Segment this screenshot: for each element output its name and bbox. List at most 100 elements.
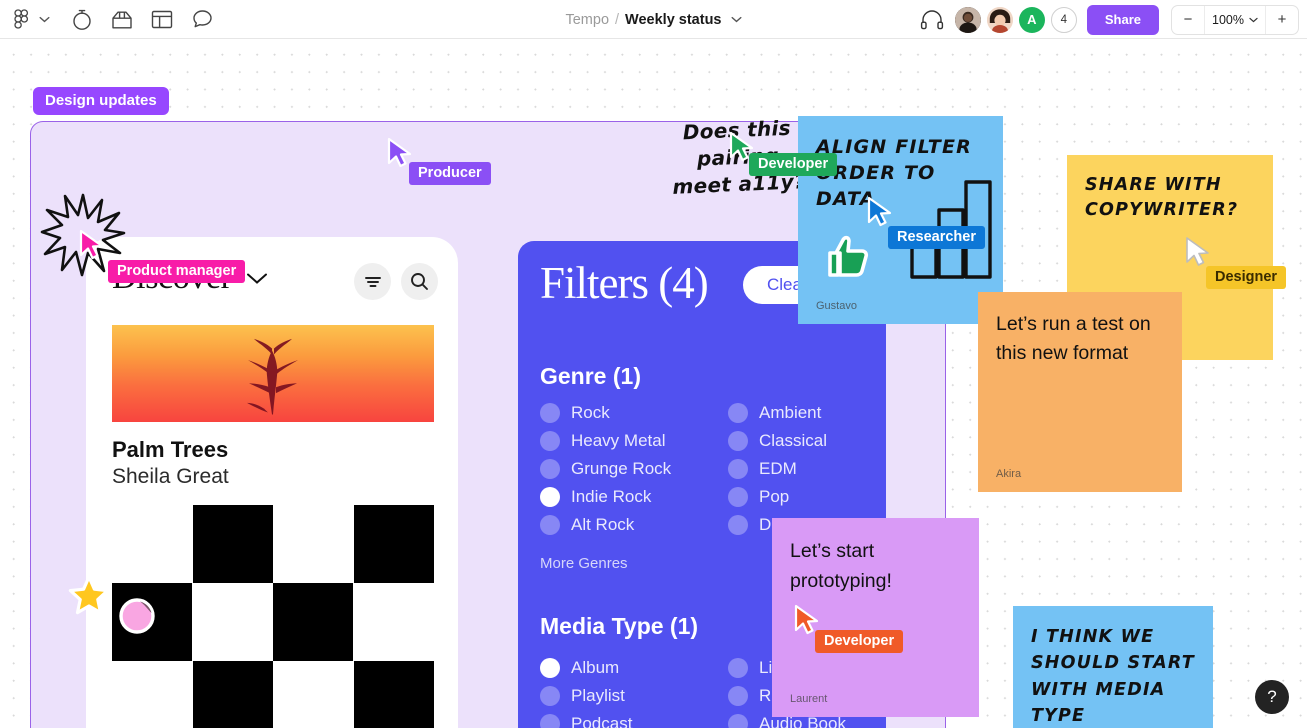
note-text: I THINK WE SHOULD START WITH MEDIA TYPE [1031, 627, 1195, 726]
filter-option-label: Ambient [759, 402, 822, 422]
breadcrumb-file-name[interactable]: Weekly status [625, 12, 721, 28]
zoom-in-button[interactable]: + [1266, 6, 1298, 34]
filter-option[interactable]: Album [540, 656, 728, 679]
note-author: Laurent [790, 693, 828, 705]
filter-option-label: Heavy Metal [571, 430, 666, 450]
figma-logo-icon[interactable] [4, 3, 40, 35]
collaborator-count-badge[interactable]: 4 [1050, 6, 1077, 33]
sticky-note-prototyping[interactable]: Let’s start prototyping! Laurent [772, 518, 979, 717]
album-title: Palm Trees [112, 437, 229, 462]
radio-icon[interactable] [728, 685, 748, 706]
filter-option-label: Album [571, 657, 620, 677]
filter-icon[interactable] [354, 263, 391, 300]
discover-chevron-down-icon[interactable] [246, 272, 268, 285]
headphones-icon[interactable] [915, 4, 949, 36]
album-artist: Sheila Great [112, 465, 229, 488]
chevron-down-icon [1249, 17, 1258, 22]
filter-option[interactable]: EDM [728, 457, 886, 480]
filter-option-label: Playlist [571, 685, 625, 705]
phone-screen-title: Discover [112, 259, 232, 296]
filter-option[interactable]: Heavy Metal [540, 429, 728, 452]
section-label[interactable]: Design updates [33, 87, 169, 115]
radio-icon[interactable] [540, 685, 560, 706]
filter-option[interactable]: Podcast [540, 712, 728, 728]
starburst-doodle [40, 191, 126, 284]
media-type-section-title: Media Type (1) [540, 613, 699, 639]
checkerboard-artwork [112, 505, 434, 728]
radio-icon[interactable] [540, 458, 560, 479]
radio-icon[interactable] [540, 402, 560, 423]
timer-icon[interactable] [64, 3, 100, 35]
filter-option-label: Classical [759, 430, 828, 450]
note-author: Akira [996, 468, 1022, 480]
plant-silhouette [247, 338, 298, 415]
note-text: SHARE WITH COPYWRITER? [1085, 175, 1239, 220]
filters-title: Filters (4) [540, 258, 709, 308]
breadcrumb-chevron-down-icon[interactable] [731, 16, 742, 23]
filter-option-label: Podcast [571, 713, 633, 728]
top-toolbar: Tempo / Weekly status A 4 Share − 100% + [0, 0, 1307, 39]
radio-icon[interactable] [540, 486, 560, 507]
radio-icon[interactable] [728, 458, 748, 479]
zoom-level-value: 100% [1212, 12, 1244, 27]
radio-icon[interactable] [728, 713, 748, 728]
breadcrumb-separator: / [615, 11, 620, 28]
radio-icon[interactable] [728, 657, 748, 678]
avatar[interactable] [954, 6, 981, 33]
file-menu-chevron-down-icon[interactable] [36, 3, 52, 35]
canvas[interactable]: Design updates Discover Palm Trees Sheil… [0, 39, 1307, 728]
genre-options: Rock Ambient Heavy Metal Classical Grunge Ro… [540, 401, 886, 536]
radio-icon[interactable] [540, 713, 560, 728]
filter-option[interactable]: Playlist [540, 684, 728, 707]
zoom-out-button[interactable]: − [1172, 6, 1204, 34]
more-genres-link[interactable]: More Genres [540, 555, 628, 572]
radio-icon[interactable] [540, 514, 560, 535]
filter-option[interactable]: Pop [728, 485, 886, 508]
sticky-note-align-filter[interactable]: ALIGN FILTER ORDER TO DATA Gustavo [798, 116, 1003, 324]
toolbox-icon[interactable] [104, 3, 140, 35]
note-text: Let’s run a test on this new format [996, 313, 1151, 364]
phone-mockup[interactable]: Discover Palm Trees Sheila Great [86, 237, 458, 728]
share-button[interactable]: Share [1086, 4, 1160, 35]
breadcrumb-team[interactable]: Tempo [565, 12, 609, 28]
sticky-note-media-type-first[interactable]: I THINK WE SHOULD START WITH MEDIA TYPE [1013, 606, 1213, 728]
filter-option-label: EDM [759, 458, 797, 478]
thumbs-up-sticker[interactable] [824, 231, 874, 281]
radio-icon[interactable] [540, 430, 560, 451]
star-sticker[interactable] [68, 575, 110, 622]
radio-icon[interactable] [728, 430, 748, 451]
comment-icon[interactable] [184, 3, 220, 35]
phone-action-buttons [354, 263, 438, 300]
album-artwork [112, 325, 434, 422]
bar-chart-doodle [910, 180, 992, 279]
radio-icon[interactable] [728, 402, 748, 423]
filter-option[interactable]: Indie Rock [540, 485, 728, 508]
zoom-controls: − 100% + [1171, 4, 1299, 35]
filter-option-label: Grunge Rock [571, 458, 672, 478]
radio-icon[interactable] [540, 657, 560, 678]
radio-icon[interactable] [728, 514, 748, 535]
handwritten-annotation: Does this pairing meet a11y? [671, 115, 807, 199]
filter-option[interactable]: Rock [540, 401, 728, 424]
search-icon[interactable] [401, 263, 438, 300]
sticky-note-run-test[interactable]: Let’s run a test on this new format Akir… [978, 292, 1182, 492]
filter-option-label: Alt Rock [571, 514, 635, 534]
filter-option-label: Indie Rock [571, 486, 652, 506]
dot-sticker[interactable] [118, 597, 156, 640]
zoom-level-dropdown[interactable]: 100% [1204, 5, 1266, 34]
radio-icon[interactable] [728, 486, 748, 507]
filter-option-label: Rock [571, 402, 610, 422]
filter-option[interactable]: Grunge Rock [540, 457, 728, 480]
note-text: Let’s start prototyping! [790, 540, 892, 593]
toolbar-left-tools [0, 3, 220, 35]
genre-section-title: Genre (1) [540, 363, 641, 389]
toolbar-right-controls: A 4 Share − 100% + [915, 0, 1299, 39]
note-author: Gustavo [816, 300, 857, 312]
layout-icon[interactable] [144, 3, 180, 35]
filter-option[interactable]: Ambient [728, 401, 886, 424]
filter-option[interactable]: Classical [728, 429, 886, 452]
avatar[interactable] [986, 6, 1013, 33]
avatar[interactable]: A [1018, 6, 1045, 33]
help-button[interactable]: ? [1255, 680, 1289, 714]
filter-option[interactable]: Alt Rock [540, 513, 728, 536]
